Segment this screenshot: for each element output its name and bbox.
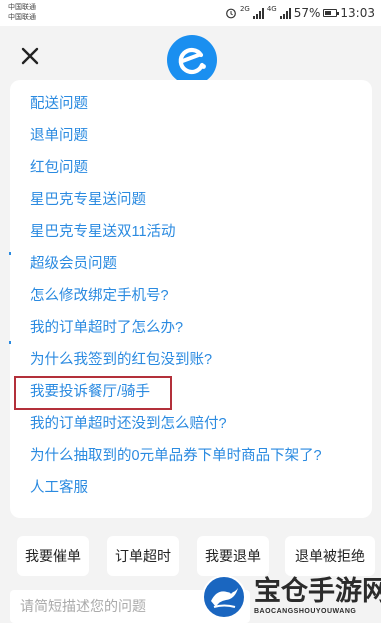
alarm-icon: [226, 8, 236, 19]
close-button[interactable]: [14, 40, 46, 72]
faq-item-super-member[interactable]: 超级会员问题: [30, 254, 117, 274]
left-edge-mark: [9, 341, 11, 344]
close-icon: [21, 47, 39, 65]
eleme-logo-icon: [178, 47, 206, 75]
faq-item-refund[interactable]: 退单问题: [30, 126, 88, 146]
faq-item-starbucks[interactable]: 星巴克专星送问题: [30, 190, 146, 210]
faq-card: 配送问题 退单问题 红包问题 星巴克专星送问题 星巴克专星送双11活动 超级会员…: [10, 80, 372, 518]
faq-item-delivery[interactable]: 配送问题: [30, 94, 88, 114]
site-watermark: 宝仓手游网 BAOCANGSHOUYOUWANG: [200, 572, 381, 623]
battery-icon: [323, 9, 340, 17]
quick-order-timeout-button[interactable]: 订单超时: [107, 536, 179, 576]
network-type-1: 2G: [239, 5, 250, 13]
complain-highlight-box: [14, 376, 172, 410]
faq-item-red-packet[interactable]: 红包问题: [30, 158, 88, 178]
signal-icon-1: [252, 7, 264, 19]
status-bar: 中国联通 中国联通 2G 4G 57% 13:03: [0, 0, 381, 26]
eleme-logo: [167, 35, 217, 85]
status-indicators: 2G 4G 57% 13:03: [225, 5, 375, 21]
carrier-2: 中国联通: [8, 13, 36, 21]
faq-item-starbucks-double11[interactable]: 星巴克专星送双11活动: [30, 222, 176, 242]
quick-urge-order-button[interactable]: 我要催单: [17, 536, 89, 576]
carrier-1: 中国联通: [8, 3, 36, 11]
top-bar: [0, 26, 381, 86]
faq-item-human-service[interactable]: 人工客服: [30, 478, 88, 498]
faq-item-timeout-compensation[interactable]: 我的订单超时还没到怎么赔付?: [30, 414, 227, 434]
watermark-title: 宝仓手游网: [254, 576, 381, 606]
quick-refund-rejected-button[interactable]: 退单被拒绝: [285, 536, 375, 576]
battery-percent: 57%: [293, 6, 321, 20]
dragon-icon: [211, 588, 238, 608]
faq-item-checkin-red-packet[interactable]: 为什么我签到的红包没到账?: [30, 350, 212, 370]
faq-item-zero-coupon[interactable]: 为什么抽取到的0元单品券下单时商品下架了?: [30, 446, 322, 466]
left-edge-mark: [9, 252, 11, 255]
clock-time: 13:03: [340, 6, 375, 20]
faq-item-change-phone[interactable]: 怎么修改绑定手机号?: [30, 286, 169, 306]
watermark-subtitle: BAOCANGSHOUYOUWANG: [254, 608, 357, 615]
network-type-2: 4G: [266, 5, 277, 13]
watermark-logo: [202, 575, 246, 619]
quick-refund-button[interactable]: 我要退单: [197, 536, 269, 576]
signal-icon-2: [279, 7, 291, 19]
faq-item-order-timeout[interactable]: 我的订单超时了怎么办?: [30, 318, 183, 338]
